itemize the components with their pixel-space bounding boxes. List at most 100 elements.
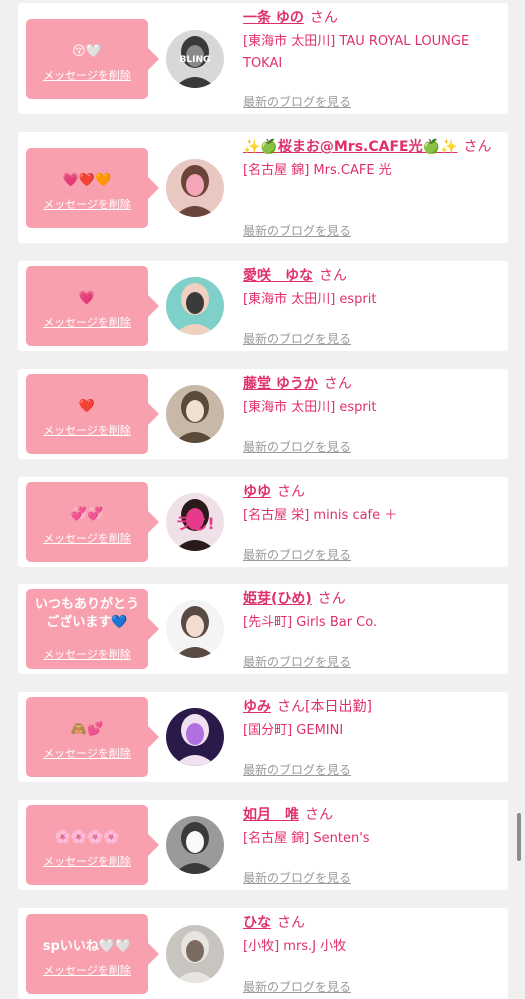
cast-name-link[interactable]: 一条 ゆの bbox=[243, 10, 304, 26]
list-item: 🌸🌸🌸🌸 メッセージを削除 如月 唯さん [名古屋 錦] Senten's 最新のブログ… bbox=[18, 800, 508, 890]
message-text: spいいね🤍🤍 bbox=[42, 938, 132, 954]
message-bubble: spいいね🤍🤍 メッセージを削除 bbox=[26, 913, 159, 994]
message-text: 😚🤍 bbox=[72, 43, 102, 59]
name-line: 藤堂 ゆうか さん bbox=[243, 373, 500, 395]
shop-name: [名古屋 栄] minis cafe ＋ bbox=[243, 508, 398, 523]
avatar[interactable]: ラじ! bbox=[166, 493, 224, 551]
name-line: 姫芽(ひめ) さん bbox=[243, 588, 500, 610]
shop-name: [小牧] mrs.J 小牧 bbox=[243, 939, 347, 954]
avatar[interactable] bbox=[166, 816, 224, 874]
delete-message-link[interactable]: メッセージを削除 bbox=[26, 646, 148, 662]
avatar[interactable]: BLING bbox=[166, 29, 224, 88]
shop-name: [国分町] GEMINI bbox=[243, 723, 344, 738]
profile-info: 藤堂 ゆうか さん [東海市 太田川] esprit bbox=[243, 373, 500, 419]
list-item: 💞💞 メッセージを削除 ラじ! ゆゆ さん [名古屋 栄] minis cafe ＋ 最新の… bbox=[18, 477, 508, 567]
list-item: 💗❤️🧡 メッセージを削除 ✨🍏桜まお@Mrs.CAFE光🍏✨ さん [名古屋 錦] M… bbox=[18, 132, 508, 243]
honorific: さん bbox=[317, 591, 346, 607]
message-text: 🌸🌸🌸🌸 bbox=[54, 830, 120, 845]
cast-name-link[interactable]: 藤堂 ゆうか bbox=[243, 376, 318, 392]
latest-blog-link[interactable]: 最新のブログを見る bbox=[243, 330, 351, 347]
cast-name-link[interactable]: 如月 唯 bbox=[243, 807, 299, 823]
profile-info: 如月 唯さん [名古屋 錦] Senten's bbox=[243, 804, 500, 850]
profile-info: 愛咲 ゆな さん [東海市 太田川] esprit bbox=[243, 265, 500, 311]
list-item: 💗 メッセージを削除 愛咲 ゆな さん [東海市 太田川] esprit 最新のブログを見… bbox=[18, 261, 508, 351]
profile-info: ✨🍏桜まお@Mrs.CAFE光🍏✨ さん [名古屋 錦] Mrs.CAFE 光 bbox=[243, 136, 500, 182]
name-line: ゆゆ さん bbox=[243, 481, 500, 503]
attendance-tag: [本日出勤] bbox=[305, 699, 372, 715]
message-bubble: 💞💞 メッセージを削除 bbox=[26, 482, 159, 562]
profile-info: ゆみ さん[本日出勤] [国分町] GEMINI bbox=[243, 696, 500, 742]
cast-name-link[interactable]: ひな bbox=[243, 915, 271, 931]
message-text: いつもありがとう ございます💙 bbox=[34, 597, 139, 630]
shop-name: [先斗町] Girls Bar Co. bbox=[243, 615, 378, 630]
shop-name: [東海市 太田川] esprit bbox=[243, 400, 377, 415]
profile-info: 一条 ゆの さん [東海市 太田川] TAU ROYAL LOUNGE TOKAI bbox=[243, 7, 500, 75]
message-bubble: いつもありがとう ございます💙 メッセージを削除 bbox=[26, 589, 159, 669]
shop-name: [東海市 太田川] TAU ROYAL LOUNGE TOKAI bbox=[243, 34, 470, 71]
name-line: 愛咲 ゆな さん bbox=[243, 265, 500, 287]
delete-message-link[interactable]: メッセージを削除 bbox=[26, 196, 148, 212]
delete-message-link[interactable]: メッセージを削除 bbox=[26, 745, 148, 761]
name-line: 如月 唯さん bbox=[243, 804, 500, 826]
cast-name-link[interactable]: ゆみ bbox=[243, 699, 271, 715]
message-bubble: 🙈💕 メッセージを削除 bbox=[26, 697, 159, 777]
latest-blog-link[interactable]: 最新のブログを見る bbox=[243, 546, 351, 563]
profile-info: 姫芽(ひめ) さん [先斗町] Girls Bar Co. bbox=[243, 588, 500, 634]
shop-name: [東海市 太田川] esprit bbox=[243, 292, 377, 307]
honorific: さん bbox=[309, 10, 338, 26]
latest-blog-link[interactable]: 最新のブログを見る bbox=[243, 222, 351, 239]
shop-name: [名古屋 錦] Mrs.CAFE 光 bbox=[243, 163, 392, 178]
message-text: 💞💞 bbox=[70, 507, 104, 522]
avatar[interactable] bbox=[166, 924, 224, 983]
cast-name-link[interactable]: ゆゆ bbox=[243, 484, 271, 500]
shop-name: [名古屋 錦] Senten's bbox=[243, 831, 370, 846]
avatar[interactable] bbox=[166, 600, 224, 658]
list-item: ❤️ メッセージを削除 藤堂 ゆうか さん [東海市 太田川] esprit 最新のブログ… bbox=[18, 369, 508, 459]
avatar[interactable] bbox=[166, 708, 224, 766]
list-item: いつもありがとう ございます💙 メッセージを削除 姫芽(ひめ) さん [先斗町] Gir… bbox=[18, 584, 508, 674]
latest-blog-link[interactable]: 最新のブログを見る bbox=[243, 93, 351, 110]
delete-message-link[interactable]: メッセージを削除 bbox=[26, 853, 148, 869]
list-item: 😚🤍 メッセージを削除 BLING 一条 ゆの さん [東海市 太田川] TAU ROYA… bbox=[18, 3, 508, 114]
latest-blog-link[interactable]: 最新のブログを見る bbox=[243, 438, 351, 455]
latest-blog-link[interactable]: 最新のブログを見る bbox=[243, 978, 351, 995]
message-text: 💗 bbox=[78, 291, 96, 306]
profile-info: ゆゆ さん [名古屋 栄] minis cafe ＋ bbox=[243, 481, 500, 527]
delete-message-link[interactable]: メッセージを削除 bbox=[26, 67, 148, 83]
list-item: spいいね🤍🤍 メッセージを削除 ひな さん [小牧] mrs.J 小牧 最新のブログを見… bbox=[18, 908, 508, 999]
cast-name-link[interactable]: 姫芽(ひめ) bbox=[243, 591, 312, 607]
message-bubble: 💗 メッセージを削除 bbox=[26, 266, 159, 346]
delete-message-link[interactable]: メッセージを削除 bbox=[26, 962, 148, 978]
list-item: 🙈💕 メッセージを削除 ゆみ さん[本日出勤] [国分町] GEMINI 最新のブログを見… bbox=[18, 692, 508, 782]
message-bubble: ❤️ メッセージを削除 bbox=[26, 374, 159, 454]
honorific: さん bbox=[277, 915, 305, 931]
honorific: さん bbox=[323, 376, 352, 392]
delete-message-link[interactable]: メッセージを削除 bbox=[26, 422, 148, 438]
honorific: さん bbox=[277, 699, 305, 715]
message-text: 💗❤️🧡 bbox=[62, 172, 112, 188]
message-bubble: 💗❤️🧡 メッセージを削除 bbox=[26, 147, 159, 228]
message-bubble: 🌸🌸🌸🌸 メッセージを削除 bbox=[26, 805, 159, 885]
latest-blog-link[interactable]: 最新のブログを見る bbox=[243, 761, 351, 778]
name-line: ひな さん bbox=[243, 912, 500, 934]
avatar[interactable] bbox=[166, 277, 224, 335]
cast-name-link[interactable]: 愛咲 ゆな bbox=[243, 268, 313, 284]
profile-info: ひな さん [小牧] mrs.J 小牧 bbox=[243, 912, 500, 958]
scrollbar-thumb[interactable] bbox=[517, 813, 521, 861]
message-text: 🙈💕 bbox=[70, 722, 104, 737]
delete-message-link[interactable]: メッセージを削除 bbox=[26, 530, 148, 546]
avatar[interactable] bbox=[166, 158, 224, 217]
honorific: さん bbox=[319, 268, 347, 284]
avatar-overlay-text: ラじ! bbox=[175, 514, 214, 533]
cast-name-link[interactable]: ✨🍏桜まお@Mrs.CAFE光🍏✨ bbox=[243, 139, 457, 155]
latest-blog-link[interactable]: 最新のブログを見る bbox=[243, 869, 351, 886]
latest-blog-link[interactable]: 最新のブログを見る bbox=[243, 653, 351, 670]
name-line: ✨🍏桜まお@Mrs.CAFE光🍏✨ さん bbox=[243, 136, 500, 158]
name-line: 一条 ゆの さん bbox=[243, 7, 500, 29]
message-bubble: 😚🤍 メッセージを削除 bbox=[26, 18, 159, 99]
delete-message-link[interactable]: メッセージを削除 bbox=[26, 314, 148, 330]
avatar[interactable] bbox=[166, 385, 224, 443]
honorific: さん bbox=[305, 807, 333, 823]
avatar-overlay-text: BLING bbox=[180, 55, 211, 65]
message-text: ❤️ bbox=[78, 399, 96, 414]
